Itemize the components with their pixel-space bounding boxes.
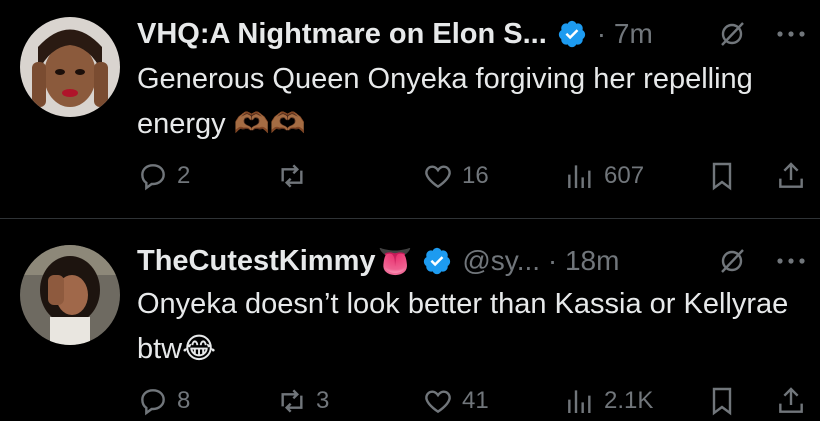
grok-icon[interactable] xyxy=(716,18,748,50)
tweet-text: Onyeka doesn’t look better than Kassia o… xyxy=(137,282,797,372)
views-button[interactable]: 2.1K xyxy=(564,381,653,421)
like-button[interactable]: 41 xyxy=(422,381,489,421)
reply-count: 2 xyxy=(177,162,191,189)
avatar[interactable] xyxy=(20,17,120,117)
views-count: 607 xyxy=(604,162,645,189)
like-count: 41 xyxy=(462,387,489,414)
share-icon xyxy=(779,162,803,188)
reply-count: 8 xyxy=(177,387,191,414)
avatar[interactable] xyxy=(20,245,120,345)
more-icon[interactable] xyxy=(773,18,809,50)
timestamp[interactable]: · 7m xyxy=(597,18,653,50)
verified-badge-icon xyxy=(558,20,585,48)
like-icon xyxy=(425,390,451,414)
more-icon[interactable] xyxy=(773,245,809,277)
reply-icon xyxy=(141,389,165,416)
share-button[interactable] xyxy=(775,381,807,421)
repost-count: 3 xyxy=(316,387,330,414)
like-count: 16 xyxy=(462,162,489,189)
repost-icon xyxy=(281,164,303,188)
laughing-emoji: 😂 xyxy=(182,333,217,365)
reply-button[interactable]: 2 xyxy=(137,156,190,196)
views-icon xyxy=(568,390,591,413)
tweet-text: Generous Queen Onyeka forgiving her repe… xyxy=(137,57,797,147)
tweet-header: VHQ:A Nightmare on Elon S... · 7m xyxy=(137,14,653,54)
repost-button[interactable]: 3 xyxy=(276,381,329,421)
bookmark-button[interactable] xyxy=(706,381,738,421)
reply-button[interactable]: 8 xyxy=(137,381,190,421)
handle-timestamp[interactable]: @sy... · 18m xyxy=(462,245,619,277)
action-bar: 8 3 41 2.1K xyxy=(0,381,820,421)
like-button[interactable]: 16 xyxy=(422,156,489,196)
like-icon xyxy=(425,165,451,189)
grok-icon[interactable] xyxy=(716,245,748,277)
reply-icon xyxy=(141,164,165,191)
bookmark-icon xyxy=(712,162,732,191)
bookmark-icon xyxy=(712,387,732,416)
views-button[interactable]: 607 xyxy=(564,156,644,196)
tweet[interactable]: TheCutestKimmy 👅 @sy... · 18m Onyeka doe… xyxy=(0,219,820,419)
display-name[interactable]: VHQ:A Nightmare on Elon S... xyxy=(137,18,547,51)
tweet-body: Onyeka doesn’t look better than Kassia o… xyxy=(137,288,789,365)
verified-badge-icon xyxy=(424,247,451,275)
bookmark-button[interactable] xyxy=(706,156,738,196)
share-button[interactable] xyxy=(775,156,807,196)
views-icon xyxy=(568,165,591,188)
tweet-body: Generous Queen Onyeka forgiving her repe… xyxy=(137,63,753,140)
views-count: 2.1K xyxy=(604,387,654,414)
heart-hands-emoji: 🫶🏾🫶🏾 xyxy=(233,108,306,140)
share-icon xyxy=(779,387,803,413)
tweet-header: TheCutestKimmy 👅 @sy... · 18m xyxy=(137,241,619,281)
repost-icon xyxy=(281,389,303,413)
tongue-emoji: 👅 xyxy=(377,245,413,277)
repost-button[interactable] xyxy=(276,156,316,196)
tweet[interactable]: VHQ:A Nightmare on Elon S... · 7m Genero… xyxy=(0,0,820,218)
action-bar: 2 16 607 xyxy=(0,156,820,196)
display-name[interactable]: TheCutestKimmy xyxy=(137,245,376,278)
